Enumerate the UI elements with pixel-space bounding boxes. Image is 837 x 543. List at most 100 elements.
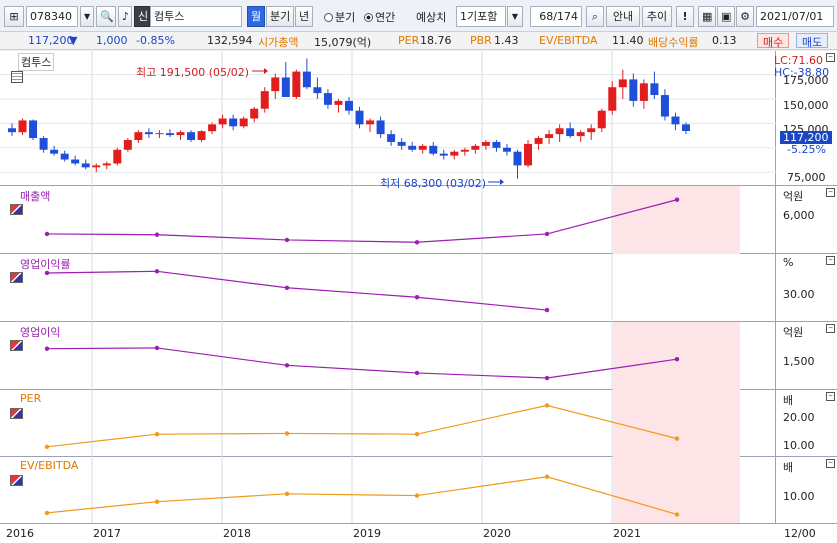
chart-settings-icon[interactable] bbox=[10, 204, 23, 215]
high-arrow-icon bbox=[264, 68, 268, 74]
series-line bbox=[46, 476, 678, 515]
data-point bbox=[544, 375, 550, 381]
data-point bbox=[544, 307, 550, 313]
estimate-label: 예상치 bbox=[416, 11, 447, 24]
trend-button[interactable]: 추이 bbox=[642, 6, 672, 27]
op-profit-plot[interactable]: 영업이익 bbox=[0, 322, 776, 390]
date-field[interactable]: 2021/07/01 bbox=[756, 6, 834, 27]
buy-button[interactable]: 매수 bbox=[757, 33, 790, 49]
radio-quarter[interactable]: 분기 bbox=[324, 9, 355, 25]
data-point bbox=[44, 510, 50, 516]
candle-body bbox=[671, 116, 680, 125]
per-plot[interactable]: PER bbox=[0, 390, 776, 457]
pbr-label: PBR bbox=[470, 34, 492, 47]
candle-body bbox=[302, 71, 311, 88]
minimize-icon[interactable]: − bbox=[826, 53, 835, 62]
layout-icon[interactable]: ⊞ bbox=[4, 6, 24, 27]
data-point bbox=[284, 363, 290, 368]
minimize-icon[interactable]: − bbox=[826, 324, 835, 333]
period-year-button[interactable]: 년 bbox=[295, 6, 313, 27]
forecast-shading bbox=[613, 390, 740, 457]
sell-button[interactable]: 매도 bbox=[796, 33, 829, 49]
data-point bbox=[414, 493, 420, 498]
candle-body bbox=[450, 151, 459, 156]
revenue-title: 매출액 bbox=[20, 190, 51, 203]
guide-button[interactable]: 안내 bbox=[606, 6, 640, 27]
candle-body bbox=[639, 83, 648, 101]
candle-body bbox=[597, 110, 606, 129]
gear-icon[interactable]: ⚙ bbox=[736, 6, 754, 27]
candle-body bbox=[123, 139, 132, 150]
minimize-icon[interactable]: − bbox=[826, 188, 835, 197]
series-line bbox=[46, 199, 678, 243]
candle-body bbox=[460, 149, 469, 152]
stock-code-input[interactable]: 078340 bbox=[26, 6, 78, 27]
candle-body bbox=[113, 149, 122, 164]
chart-settings-icon[interactable] bbox=[10, 340, 23, 351]
grid-icon[interactable]: ▦ bbox=[698, 6, 716, 27]
save-icon[interactable]: ▣ bbox=[717, 6, 735, 27]
candle-body bbox=[492, 141, 501, 148]
candle-body bbox=[429, 145, 438, 154]
data-point bbox=[154, 232, 160, 237]
chevron-down-icon[interactable]: ▼ bbox=[80, 6, 94, 27]
ev-ebitda-title: EV/EBITDA bbox=[20, 459, 79, 472]
price-plot[interactable]: 컴투스 최고 191,500 (05/02) 최저 68,300 (03/02) bbox=[0, 51, 776, 190]
candle-body bbox=[39, 138, 48, 150]
info-bar: 117,200 ▼ 1,000 -0.85% 132,594 시가총액 15,0… bbox=[0, 32, 837, 50]
op-margin-plot[interactable]: 영업이익률 bbox=[0, 254, 776, 322]
dividend-label: 배당수익률 bbox=[648, 36, 699, 49]
change-value: 1,000 bbox=[96, 34, 128, 47]
period-quarter-button[interactable]: 분기 bbox=[266, 6, 294, 27]
candle-body bbox=[229, 118, 238, 127]
minimize-icon[interactable]: − bbox=[826, 392, 835, 401]
x-axis-end-label: 12/00 bbox=[784, 527, 816, 540]
candle-body bbox=[545, 134, 554, 139]
table-icon[interactable] bbox=[11, 71, 23, 83]
ev-ebitda-pane: EV/EBITDA 배 10.00 − bbox=[0, 457, 837, 523]
data-point bbox=[674, 512, 680, 517]
series-line bbox=[46, 404, 678, 448]
estimate-select[interactable]: 1기포함 bbox=[456, 6, 506, 27]
ev-ebitda-line-chart bbox=[44, 457, 740, 523]
data-point bbox=[44, 444, 50, 450]
minimize-icon[interactable]: − bbox=[826, 256, 835, 265]
ev-label: EV/EBITDA bbox=[539, 34, 598, 47]
chart-settings-icon[interactable] bbox=[10, 475, 23, 486]
radio-quarter-label: 분기 bbox=[335, 11, 356, 24]
radio-annual-label: 연간 bbox=[375, 11, 396, 24]
candle-body bbox=[208, 124, 217, 132]
stock-name-field[interactable]: 컴투스 bbox=[150, 6, 242, 27]
monthly-badge[interactable]: 월 bbox=[247, 6, 265, 27]
radio-annual[interactable]: 연간 bbox=[364, 9, 395, 25]
candle-body bbox=[355, 110, 364, 125]
candle-body bbox=[29, 120, 38, 139]
op-profit-tick: 1,500 bbox=[783, 355, 815, 368]
zoom-icon[interactable]: ⌕ bbox=[586, 6, 604, 27]
x-label-2018: 2018 bbox=[223, 527, 251, 540]
chart-settings-icon[interactable] bbox=[10, 408, 23, 419]
candle-body bbox=[155, 133, 164, 135]
op-margin-title: 영업이익률 bbox=[20, 258, 71, 271]
per-label: PER bbox=[398, 34, 420, 47]
dividend-value: 0.13 bbox=[712, 34, 737, 47]
candle-body bbox=[439, 153, 448, 156]
candle-body bbox=[176, 132, 185, 136]
speaker-icon[interactable]: ♪ bbox=[118, 6, 132, 27]
alert-button[interactable]: ! bbox=[676, 6, 694, 27]
ev-ebitda-plot[interactable]: EV/EBITDA bbox=[0, 457, 776, 523]
change-percent: -0.85% bbox=[136, 34, 175, 47]
data-point bbox=[414, 240, 420, 245]
data-point bbox=[544, 231, 550, 237]
magnifier-icon[interactable]: 🔍 bbox=[96, 6, 116, 27]
candle-body bbox=[313, 87, 322, 94]
per-tick-20: 20.00 bbox=[783, 411, 815, 424]
estimate-dropdown-icon[interactable]: ▼ bbox=[507, 6, 523, 27]
ev-ebitda-unit: 배 bbox=[783, 461, 794, 474]
minimize-icon[interactable]: − bbox=[826, 459, 835, 468]
tick-175000: 175,000 bbox=[783, 74, 829, 87]
per-value: 18.76 bbox=[420, 34, 452, 47]
chart-settings-icon[interactable] bbox=[10, 272, 23, 283]
revenue-plot[interactable]: 매출액 bbox=[0, 186, 776, 254]
candle-body bbox=[576, 132, 585, 137]
